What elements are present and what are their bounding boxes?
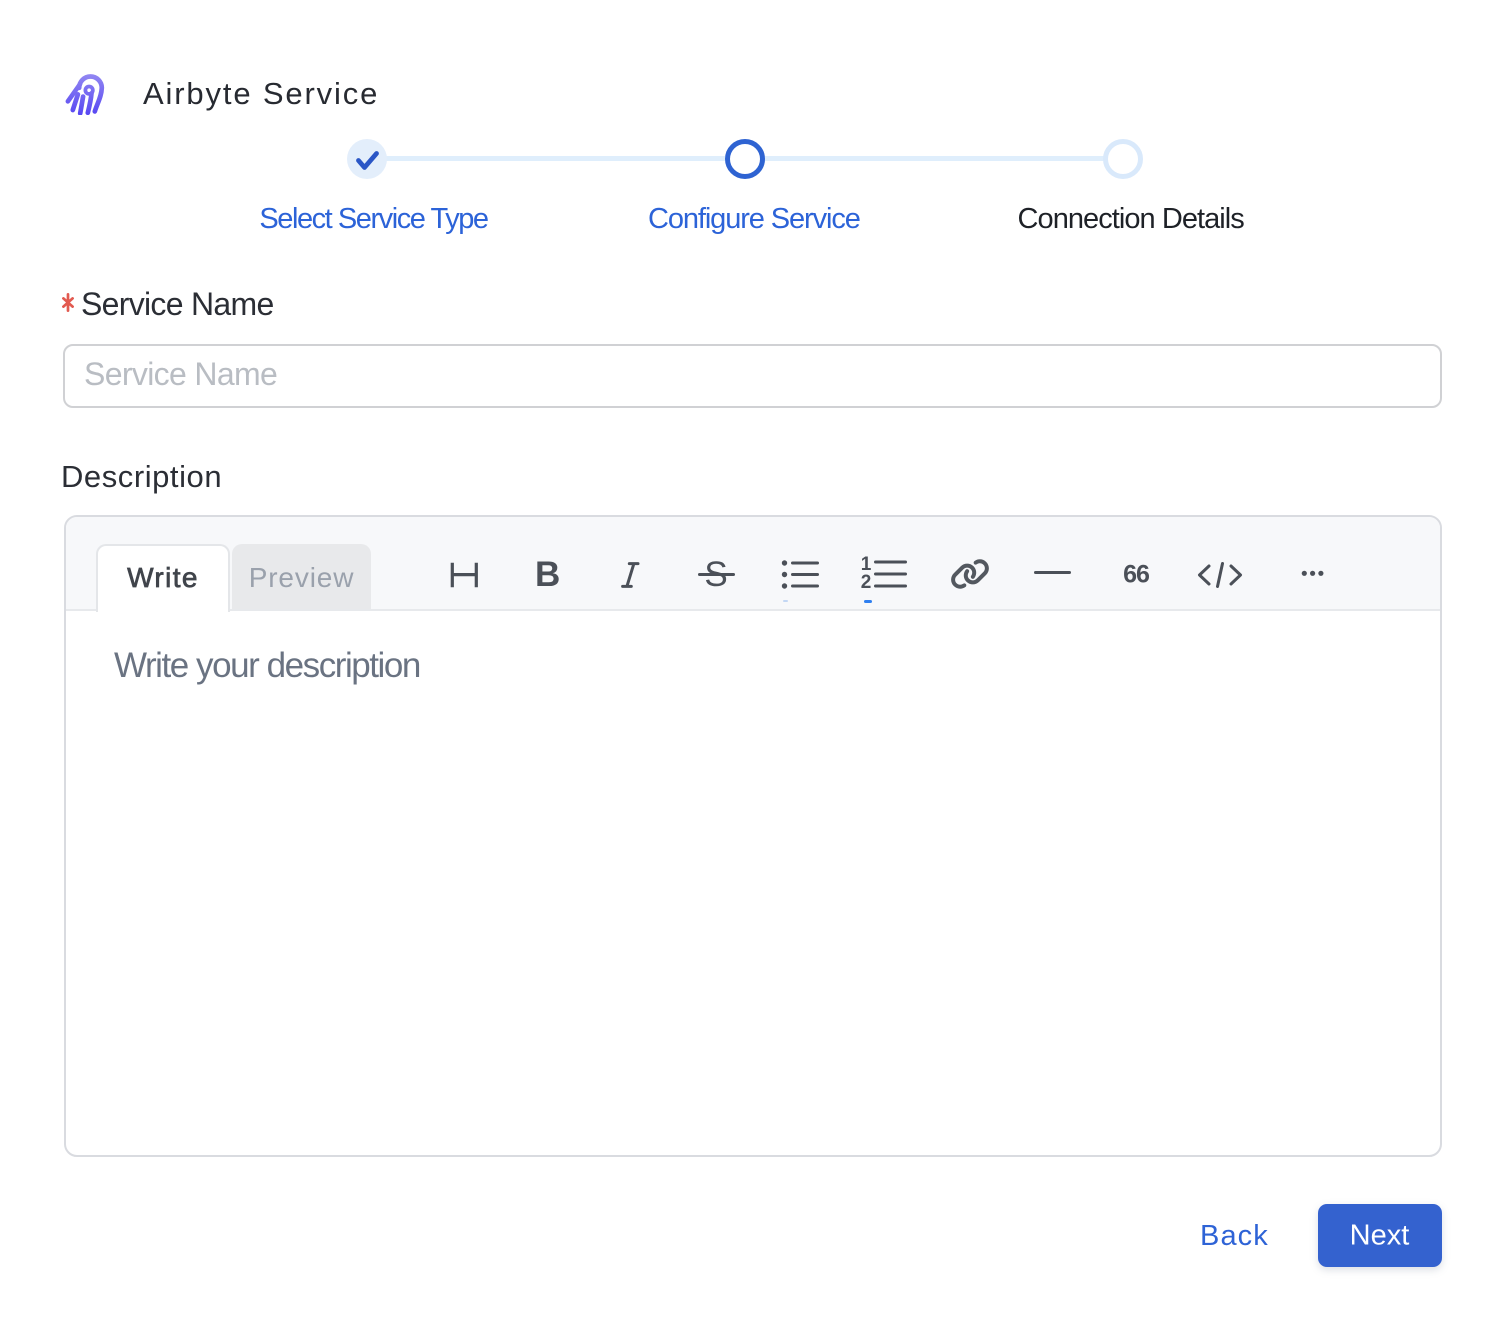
svg-text:2: 2	[861, 572, 872, 593]
